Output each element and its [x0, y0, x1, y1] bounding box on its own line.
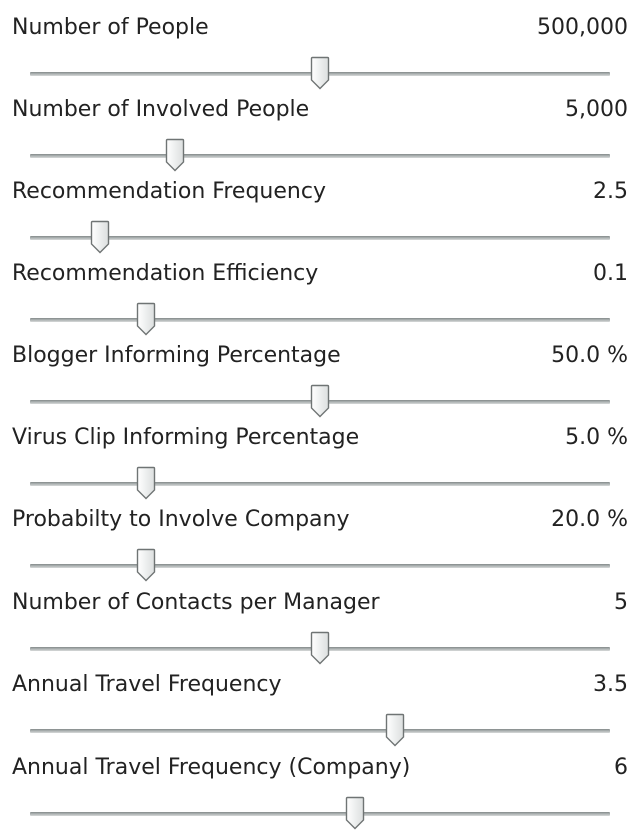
- slider-rail: [30, 564, 610, 568]
- slider-rail: [30, 482, 610, 486]
- slider-thumb-icon[interactable]: [345, 796, 365, 830]
- slider-value: 500,000: [537, 15, 628, 40]
- slider-panel: Number of People 500,000 Number of Invol…: [0, 0, 632, 830]
- slider-rail: [30, 812, 610, 816]
- slider-track[interactable]: [30, 56, 610, 90]
- slider-value: 5: [614, 590, 628, 615]
- slider-track[interactable]: [30, 138, 610, 172]
- slider-track[interactable]: [30, 220, 610, 254]
- slider-value: 0.1: [593, 261, 628, 286]
- slider-row: Number of Contacts per Manager 5: [0, 575, 632, 665]
- slider-rail: [30, 236, 610, 240]
- slider-value: 3.5: [593, 672, 628, 697]
- slider-row: Blogger Informing Percentage 50.0 %: [0, 328, 632, 418]
- slider-label: Annual Travel Frequency (Company): [12, 755, 411, 780]
- slider-value: 5.0 %: [565, 425, 628, 450]
- slider-label: Number of Involved People: [12, 97, 310, 122]
- slider-track[interactable]: [30, 796, 610, 830]
- slider-label: Recommendation Efficiency: [12, 261, 319, 286]
- slider-track[interactable]: [30, 466, 610, 500]
- slider-label: Number of People: [12, 15, 209, 40]
- slider-label: Blogger Informing Percentage: [12, 343, 341, 368]
- slider-label: Annual Travel Frequency: [12, 672, 282, 697]
- slider-row: Number of People 500,000: [0, 0, 632, 90]
- slider-label: Probabilty to Involve Company: [12, 507, 350, 532]
- slider-row: Number of Involved People 5,000: [0, 82, 632, 172]
- slider-rail: [30, 154, 610, 158]
- slider-label: Number of Contacts per Manager: [12, 590, 380, 615]
- slider-value: 2.5: [593, 179, 628, 204]
- slider-track[interactable]: [30, 302, 610, 336]
- slider-track[interactable]: [30, 548, 610, 582]
- slider-label: Recommendation Frequency: [12, 179, 326, 204]
- slider-value: 50.0 %: [551, 343, 628, 368]
- slider-track[interactable]: [30, 713, 610, 747]
- slider-rail: [30, 729, 610, 733]
- slider-value: 6: [614, 755, 628, 780]
- slider-row: Annual Travel Frequency 3.5: [0, 657, 632, 747]
- slider-row: Virus Clip Informing Percentage 5.0 %: [0, 410, 632, 500]
- slider-row: Recommendation Frequency 2.5: [0, 164, 632, 254]
- slider-row: Recommendation Efficiency 0.1: [0, 246, 632, 336]
- slider-track[interactable]: [30, 631, 610, 665]
- slider-row: Annual Travel Frequency (Company) 6: [0, 740, 632, 830]
- slider-track[interactable]: [30, 384, 610, 418]
- slider-value: 5,000: [565, 97, 628, 122]
- slider-value: 20.0 %: [551, 507, 628, 532]
- slider-rail: [30, 318, 610, 322]
- slider-row: Probabilty to Involve Company 20.0 %: [0, 492, 632, 582]
- slider-label: Virus Clip Informing Percentage: [12, 425, 360, 450]
